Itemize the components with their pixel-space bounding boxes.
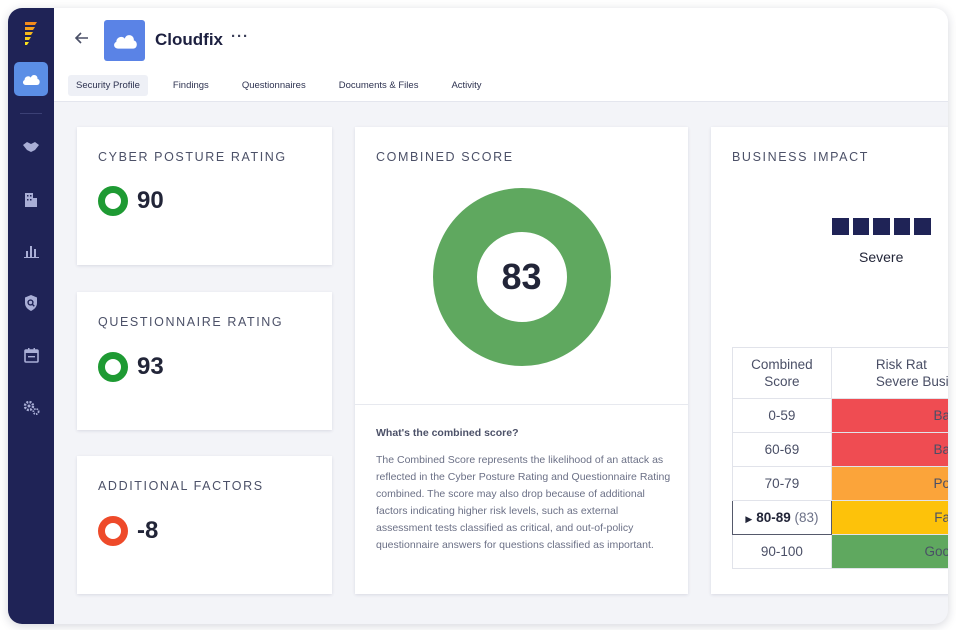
combined-score-explanation: The Combined Score represents the likeli… [376,454,671,551]
business-impact-card: BUSINESS IMPACT Severe Combined Score Ris… [711,127,948,594]
sidebar-item-reports[interactable] [22,242,40,260]
calendar-icon [23,347,39,363]
building-icon [25,193,37,207]
risk-rating-cell: Ba [830,398,948,433]
status-ring-icon [98,352,128,382]
score-range: 80-89 [756,510,791,525]
divider [355,404,688,405]
tab-questionnaires[interactable]: Questionnaires [234,75,314,96]
table-row[interactable]: 90-100 Goo [732,534,948,569]
bar-chart-icon [23,246,39,258]
more-options-button[interactable]: ··· [231,28,249,45]
score-range: 90-100 [732,534,832,569]
questionnaire-metric: 93 [98,352,164,382]
table-row[interactable]: 60-69 Ba [732,432,948,467]
card-title: CYBER POSTURE RATING [98,150,287,164]
back-arrow-icon[interactable] [74,30,90,46]
company-logo [104,20,145,61]
cyber-posture-value: 90 [137,187,164,214]
questionnaire-value: 93 [137,353,164,380]
sidebar-item-partners[interactable] [22,138,40,156]
card-title: COMBINED SCORE [376,150,514,164]
logo-icon[interactable] [21,20,41,46]
sidebar [8,8,54,624]
caret-right-icon: ▶ [745,514,753,524]
additional-factors-metric: -8 [98,516,158,546]
risk-rating-cell: Po [830,466,948,501]
card-title: BUSINESS IMPACT [732,150,869,164]
sidebar-item-settings[interactable] [22,398,40,416]
app-window: Cloudfix ··· Security Profile Findings Q… [8,8,948,624]
page-header: Cloudfix ··· Security Profile Findings Q… [54,8,948,102]
risk-rating-cell: Fa [830,500,948,535]
status-ring-icon [98,516,128,546]
cyber-posture-card: CYBER POSTURE RATING 90 [77,127,332,265]
impact-level-square [873,218,890,235]
table-row[interactable]: 0-59 Ba [732,398,948,433]
cloud-icon [113,35,137,49]
table-row-selected[interactable]: ▶80-89 (83) Fa [732,500,948,535]
sidebar-item-calendar[interactable] [22,346,40,364]
impact-level-square [832,218,849,235]
combined-score-card: COMBINED SCORE 83 What's the combined sc… [355,127,688,594]
score-range: 70-79 [732,466,832,501]
card-title: ADDITIONAL FACTORS [98,479,264,493]
sidebar-item-organizations[interactable] [22,190,40,208]
tab-bar: Security Profile Findings Questionnaires… [68,75,507,96]
risk-rating-cell: Ba [830,432,948,467]
sidebar-item-assessments[interactable] [22,294,40,312]
sidebar-item-companies[interactable] [14,62,48,96]
risk-rating-cell: Goo [830,534,948,569]
score-range: 60-69 [732,432,832,467]
header-risk-rating: Risk Rat Severe Busi [830,347,948,399]
tab-findings[interactable]: Findings [165,75,217,96]
status-ring-icon [98,186,128,216]
handshake-icon [23,142,39,152]
impact-level-indicator [832,218,935,235]
tab-documents-files[interactable]: Documents & Files [331,75,427,96]
settings-icon [23,400,39,415]
tab-activity[interactable]: Activity [443,75,489,96]
additional-factors-card: ADDITIONAL FACTORS -8 [77,456,332,594]
cyber-posture-metric: 90 [98,186,164,216]
questionnaire-rating-card: QUESTIONNAIRE RATING 93 [77,292,332,430]
table-row[interactable]: 70-79 Po [732,466,948,501]
current-score: (83) [794,510,819,525]
header-combined-score: Combined Score [732,347,832,399]
page-title: Cloudfix [155,30,223,49]
score-range: 0-59 [732,398,832,433]
table-header-row: Combined Score Risk Rat Severe Busi [732,347,948,399]
combined-score-question: What's the combined score? [376,427,519,439]
score-range-selected: ▶ 80-89 (83) [732,500,832,535]
impact-level-label: Severe [859,249,904,265]
combined-score-value: 83 [501,256,542,297]
card-title: QUESTIONNAIRE RATING [98,315,284,329]
shield-search-icon [25,295,37,311]
impact-level-square [852,218,869,235]
risk-rating-table: Combined Score Risk Rat Severe Busi 0-59 B… [732,347,948,569]
tab-security-profile[interactable]: Security Profile [68,75,148,96]
impact-level-square [893,218,910,235]
additional-factors-value: -8 [137,517,159,544]
cloud-icon [22,75,40,85]
sidebar-divider [20,113,42,114]
impact-level-square [914,218,931,235]
